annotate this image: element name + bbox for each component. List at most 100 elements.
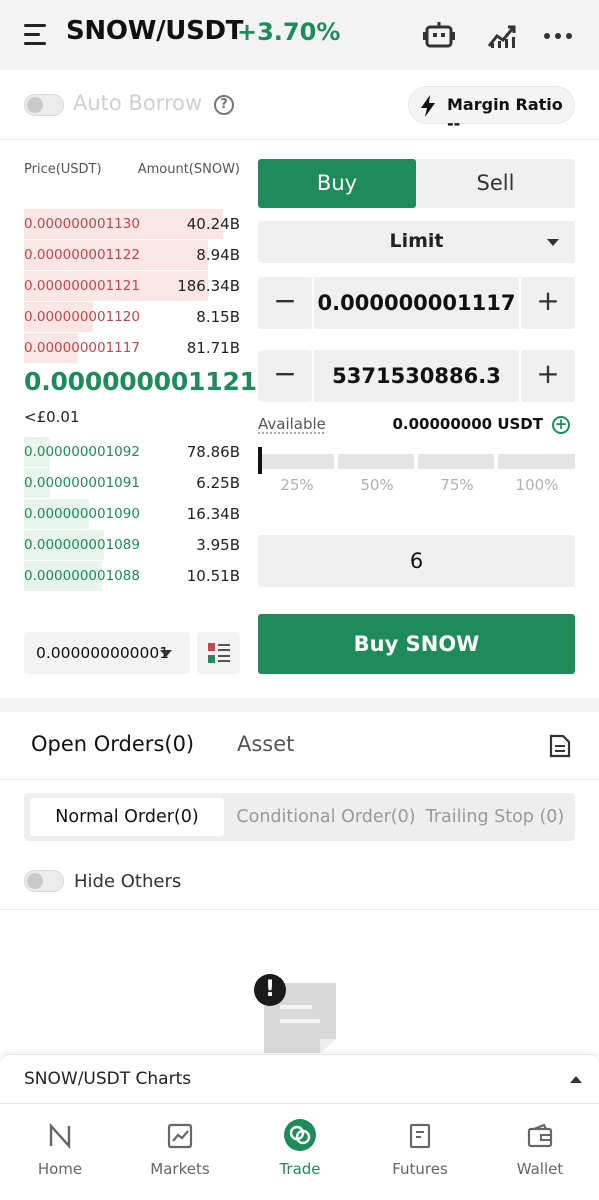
ask-row[interactable]: 0.000000001117 81.71B: [24, 333, 240, 363]
amount-input[interactable]: 5371530886.3: [314, 350, 519, 402]
more-icon[interactable]: [540, 18, 576, 54]
bid-row[interactable]: 0.000000001091 6.25B: [24, 468, 240, 498]
tab-normal-order[interactable]: Normal Order(0): [30, 798, 224, 836]
amount-increase-button[interactable]: +: [521, 350, 575, 402]
chevron-down-icon: [547, 239, 559, 246]
menu-icon[interactable]: [24, 24, 48, 46]
ask-row[interactable]: 0.000000001122 8.94B: [24, 240, 240, 270]
nav-futures[interactable]: Futures: [360, 1104, 480, 1194]
buy-submit-button[interactable]: Buy SNOW: [258, 614, 575, 674]
price-increase-button[interactable]: +: [521, 277, 575, 329]
orderbook-amount-header: Amount(SNOW): [137, 162, 240, 177]
futures-icon: [409, 1123, 431, 1149]
nav-home[interactable]: Home: [0, 1104, 120, 1194]
total-input[interactable]: 6: [258, 535, 575, 587]
tab-conditional-order[interactable]: Conditional Order(0): [229, 798, 423, 836]
ask-row[interactable]: 0.000000001130 40.24B: [24, 209, 240, 239]
bid-amount: 16.34B: [186, 505, 240, 523]
ask-price: 0.000000001130: [24, 216, 140, 232]
nav-trade[interactable]: Trade: [240, 1104, 360, 1194]
ask-price: 0.000000001120: [24, 309, 140, 325]
orderbook-view-button[interactable]: [197, 632, 240, 674]
bid-price: 0.000000001088: [24, 568, 140, 584]
auto-borrow-label: Auto Borrow: [73, 91, 203, 115]
add-funds-icon[interactable]: +: [552, 416, 570, 434]
chevron-up-icon: [570, 1076, 582, 1083]
wallet-icon: [527, 1123, 553, 1148]
ask-amount: 186.34B: [177, 277, 240, 295]
ask-price: 0.000000001117: [24, 340, 140, 356]
orderbook-price-header: Price(USDT): [24, 162, 102, 177]
ask-row[interactable]: 0.000000001121 186.34B: [24, 271, 240, 301]
bid-amount: 10.51B: [186, 567, 240, 585]
available-balance: 0.00000000 USDT: [392, 415, 543, 433]
ask-price: 0.000000001122: [24, 247, 140, 263]
nav-wallet[interactable]: Wallet: [480, 1104, 599, 1194]
nav-label: Trade: [279, 1160, 321, 1178]
divider: [0, 909, 599, 910]
orderbook-layout-icon: [208, 643, 230, 663]
bid-row[interactable]: 0.000000001090 16.34B: [24, 499, 240, 529]
slider-segment: [418, 454, 494, 469]
slider-segment: [338, 454, 414, 469]
nav-label: Markets: [150, 1160, 210, 1178]
nav-markets[interactable]: Markets: [120, 1104, 240, 1194]
ask-amount: 81.71B: [186, 339, 240, 357]
tab-buy[interactable]: Buy: [258, 159, 416, 208]
precision-select[interactable]: 0.000000000001: [24, 632, 190, 674]
precision-value: 0.000000000001: [36, 644, 170, 662]
fiat-price: <£0.01: [24, 408, 80, 426]
bid-row[interactable]: 0.000000001088 10.51B: [24, 561, 240, 591]
auto-borrow-toggle[interactable]: [24, 94, 64, 116]
slider-segment: [258, 454, 334, 469]
bid-row[interactable]: 0.000000001089 3.95B: [24, 530, 240, 560]
available-label[interactable]: Available: [258, 415, 326, 433]
slider-label-75[interactable]: 75%: [418, 476, 496, 494]
tab-asset[interactable]: Asset: [237, 732, 294, 756]
slider-label-25[interactable]: 25%: [258, 476, 336, 494]
tab-trailing-stop[interactable]: Trailing Stop (0): [416, 798, 574, 836]
ask-amount: 8.94B: [196, 246, 240, 264]
nav-label: Futures: [392, 1160, 448, 1178]
pair-title[interactable]: SNOW/USDT: [66, 16, 244, 46]
order-type-select[interactable]: Limit: [258, 221, 575, 263]
buy-sell-tabs: Buy Sell: [258, 159, 575, 208]
price-input[interactable]: 0.000000001117: [314, 277, 519, 329]
charts-drawer-label: SNOW/USDT Charts: [24, 1069, 192, 1089]
slider-label-50[interactable]: 50%: [338, 476, 416, 494]
amount-stepper: − 5371530886.3 +: [258, 350, 575, 402]
last-price[interactable]: 0.000000001121: [24, 367, 257, 396]
help-icon[interactable]: ?: [214, 95, 234, 115]
order-history-icon[interactable]: [549, 734, 571, 758]
amount-decrease-button[interactable]: −: [258, 350, 312, 402]
charts-drawer[interactable]: SNOW/USDT Charts: [0, 1054, 599, 1104]
order-type-value: Limit: [389, 230, 444, 252]
bid-amount: 6.25B: [196, 474, 240, 492]
ask-amount: 8.15B: [196, 308, 240, 326]
bid-amount: 78.86B: [186, 443, 240, 461]
home-icon: [49, 1122, 71, 1150]
top-bar: SNOW/USDT +3.70%: [0, 0, 599, 70]
amount-slider[interactable]: [258, 454, 575, 469]
nav-label: Wallet: [516, 1160, 564, 1178]
bid-amount: 3.95B: [196, 536, 240, 554]
robot-icon[interactable]: [421, 18, 457, 54]
chevron-down-icon: [160, 650, 172, 657]
hide-others-label: Hide Others: [74, 871, 182, 892]
tab-sell[interactable]: Sell: [416, 159, 575, 208]
bid-price: 0.000000001090: [24, 506, 140, 522]
hide-others-toggle[interactable]: [24, 870, 64, 892]
margin-ratio-label: Margin Ratio --: [447, 95, 563, 133]
alert-icon: !: [254, 974, 286, 1006]
trade-icon: [284, 1119, 316, 1151]
section-divider: [0, 698, 599, 712]
ask-row[interactable]: 0.000000001120 8.15B: [24, 302, 240, 332]
bid-row[interactable]: 0.000000001092 78.86B: [24, 437, 240, 467]
slider-handle[interactable]: [258, 447, 262, 474]
chart-icon[interactable]: [483, 18, 519, 54]
bid-price: 0.000000001092: [24, 444, 140, 460]
margin-ratio-button[interactable]: Margin Ratio --: [408, 86, 575, 133]
tab-open-orders[interactable]: Open Orders(0): [31, 732, 194, 756]
slider-label-100[interactable]: 100%: [498, 476, 576, 494]
price-decrease-button[interactable]: −: [258, 277, 312, 329]
